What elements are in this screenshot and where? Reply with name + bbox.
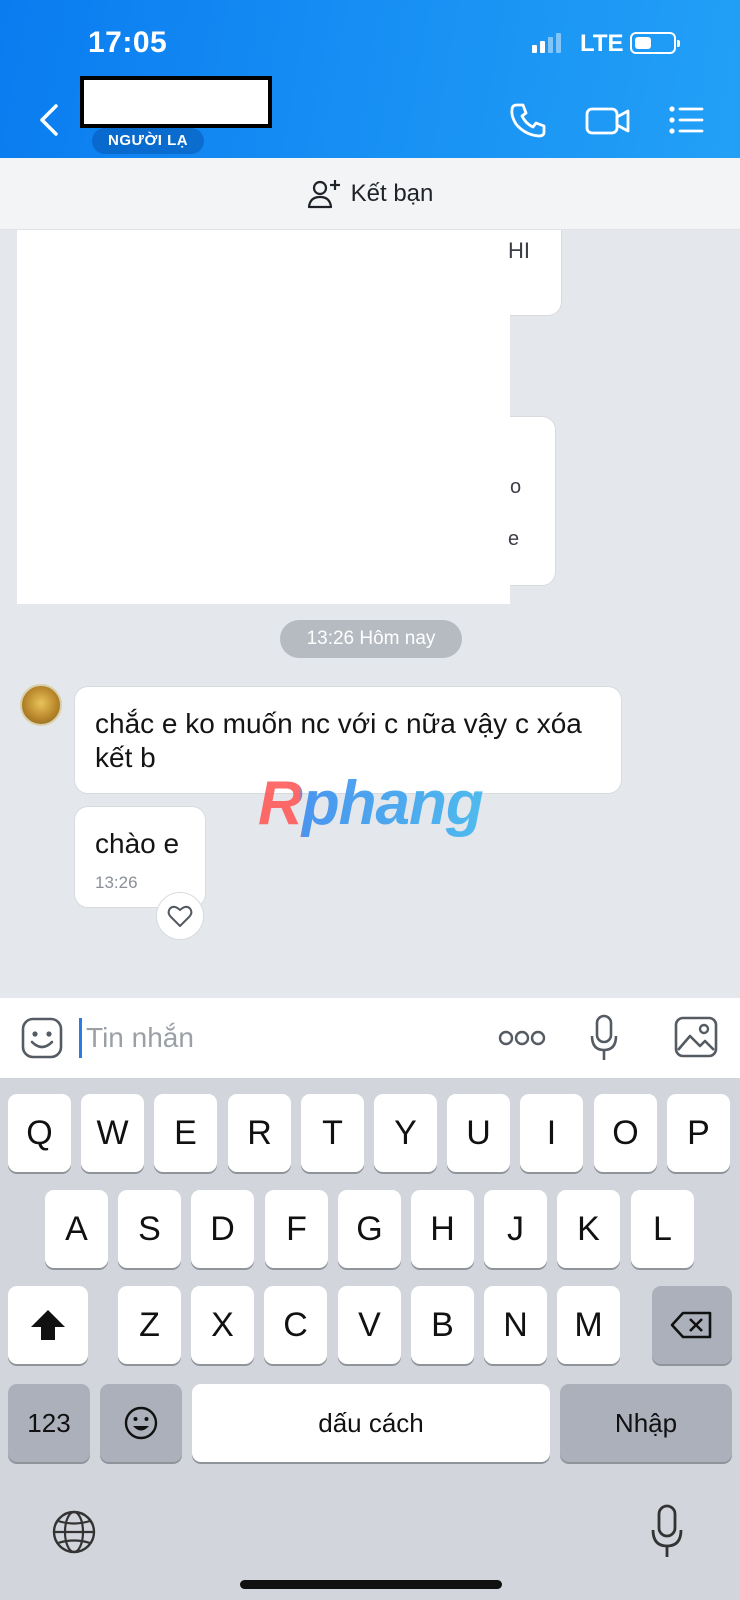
key-v[interactable]: V: [338, 1286, 401, 1364]
key-i[interactable]: I: [520, 1094, 583, 1172]
heart-icon: [167, 905, 193, 927]
numbers-key[interactable]: 123: [8, 1384, 90, 1462]
video-call-icon[interactable]: [584, 100, 632, 140]
react-heart-button[interactable]: [156, 892, 204, 940]
obscured-text-fragment: o: [510, 476, 522, 498]
redacted-image-block: [17, 230, 510, 604]
signal-icon: [532, 31, 561, 53]
key-q[interactable]: Q: [8, 1094, 71, 1172]
add-friend-label: Kết bạn: [350, 179, 434, 207]
phone-call-icon[interactable]: [508, 100, 548, 140]
key-k[interactable]: K: [557, 1190, 620, 1268]
key-y[interactable]: Y: [374, 1094, 437, 1172]
key-c[interactable]: C: [264, 1286, 327, 1364]
network-type: LTE: [580, 30, 624, 57]
obscured-text-fragment: HI: [508, 238, 530, 263]
key-z[interactable]: Z: [118, 1286, 181, 1364]
time-divider: 13:26 Hôm nay: [280, 620, 462, 658]
obscured-text-fragment: e: [508, 528, 520, 550]
add-friend-icon: [307, 179, 340, 208]
globe-icon[interactable]: [50, 1508, 98, 1556]
key-d[interactable]: D: [191, 1190, 254, 1268]
key-a[interactable]: A: [45, 1190, 108, 1268]
key-u[interactable]: U: [447, 1094, 510, 1172]
key-b[interactable]: B: [411, 1286, 474, 1364]
backspace-icon: [670, 1311, 712, 1339]
message-text: chào e: [95, 828, 180, 859]
message-input[interactable]: Tin nhắn: [86, 1022, 194, 1054]
emoji-key[interactable]: [100, 1384, 182, 1462]
space-key[interactable]: dấu cách: [192, 1384, 550, 1462]
microphone-icon[interactable]: [590, 1014, 618, 1062]
chat-header: 17:05 LTE NGƯỜI LẠ: [0, 0, 740, 158]
key-h[interactable]: H: [411, 1190, 474, 1268]
more-options-icon[interactable]: [498, 1028, 546, 1048]
key-r[interactable]: R: [228, 1094, 291, 1172]
avatar[interactable]: [20, 684, 62, 726]
watermark-logo: Rphang: [258, 769, 484, 838]
add-friend-button[interactable]: Kết bạn: [0, 158, 740, 230]
key-n[interactable]: N: [484, 1286, 547, 1364]
key-j[interactable]: J: [484, 1190, 547, 1268]
dictation-microphone-icon[interactable]: [650, 1504, 684, 1560]
menu-list-icon[interactable]: [666, 100, 706, 140]
emoji-icon: [124, 1406, 158, 1440]
home-indicator: [240, 1580, 502, 1589]
shift-arrow-icon: [31, 1310, 65, 1340]
contact-name-redacted[interactable]: [80, 76, 272, 128]
sticker-emoji-icon[interactable]: [20, 1016, 64, 1060]
key-w[interactable]: W: [81, 1094, 144, 1172]
key-x[interactable]: X: [191, 1286, 254, 1364]
key-t[interactable]: T: [301, 1094, 364, 1172]
key-m[interactable]: M: [557, 1286, 620, 1364]
key-e[interactable]: E: [154, 1094, 217, 1172]
battery-icon: [630, 32, 680, 54]
shift-key[interactable]: [8, 1286, 88, 1364]
return-key[interactable]: Nhập: [560, 1384, 732, 1462]
message-text: chắc e ko muốn nc với c nữa vậy c xóa kế…: [95, 708, 582, 773]
status-time: 17:05: [88, 26, 168, 59]
image-gallery-icon[interactable]: [674, 1016, 718, 1058]
back-arrow-icon[interactable]: [32, 100, 68, 140]
text-caret: [79, 1018, 82, 1058]
key-f[interactable]: F: [265, 1190, 328, 1268]
key-p[interactable]: P: [667, 1094, 730, 1172]
delete-key[interactable]: [652, 1286, 732, 1364]
key-o[interactable]: O: [594, 1094, 657, 1172]
stranger-badge: NGƯỜI LẠ: [92, 128, 205, 154]
key-s[interactable]: S: [118, 1190, 181, 1268]
key-g[interactable]: G: [338, 1190, 401, 1268]
key-l[interactable]: L: [631, 1190, 694, 1268]
message-time: 13:26: [95, 873, 138, 892]
